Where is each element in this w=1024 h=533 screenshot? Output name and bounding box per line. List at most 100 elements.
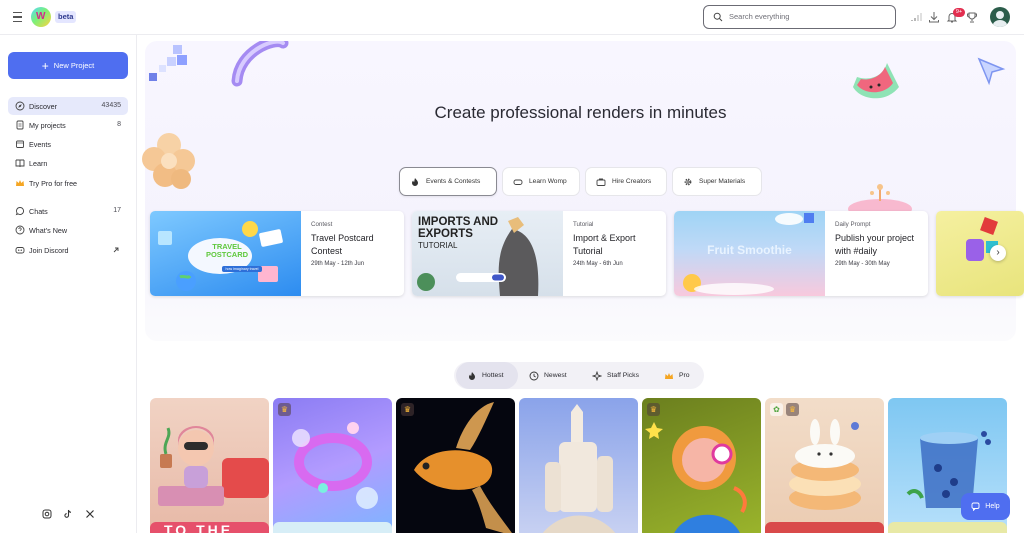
tab-label: Hire Creators: [612, 178, 652, 185]
tile-render: [542, 404, 616, 533]
crown-icon: [16, 180, 24, 186]
sidebar-item-label: Learn: [29, 158, 48, 168]
gallery-tile[interactable]: [150, 398, 269, 533]
filter-label: Newest: [544, 372, 567, 379]
hamburger-menu-icon[interactable]: [10, 9, 26, 25]
search-input[interactable]: Search everything: [703, 5, 896, 29]
carousel-next-button[interactable]: ›: [990, 245, 1006, 261]
gallery-tile-partial[interactable]: [765, 522, 884, 533]
flame-icon: [469, 372, 475, 380]
gallery-tile-partial[interactable]: TO THE: [150, 522, 269, 533]
pro-crown-icon: ♛: [278, 403, 291, 416]
sidebar-item-events[interactable]: Events: [8, 135, 128, 153]
help-button[interactable]: Help: [961, 493, 1010, 520]
sidebar-item-whats-new[interactable]: What's New: [8, 221, 128, 239]
sidebar-item-learn[interactable]: Learn: [8, 154, 128, 172]
search-icon: [713, 12, 723, 22]
new-project-button[interactable]: + New Project: [8, 52, 128, 79]
tab-super-materials[interactable]: Super Materials: [672, 167, 762, 196]
tab-label: Learn Womp: [529, 178, 567, 185]
help-circle-icon: [15, 225, 25, 235]
compass-icon: [15, 101, 25, 111]
card-thumbnail: Fruit Smoothie: [674, 211, 825, 296]
tab-label: Events & Contests: [426, 178, 481, 185]
sidebar-item-label: Try Pro for free: [29, 178, 78, 188]
x-icon[interactable]: [85, 509, 95, 519]
book-icon: [15, 159, 25, 167]
ring-decoration: [231, 41, 289, 87]
card-thumbnail: IMPORTS AND EXPORTS TUTORIAL: [412, 211, 563, 296]
sidebar-item-label: Discover: [29, 101, 57, 111]
download-icon[interactable]: [927, 10, 941, 24]
sparkle-icon: [592, 371, 602, 381]
hero-title: Create professional renders in minutes: [434, 103, 727, 122]
help-label: Help: [985, 503, 1000, 510]
clock-icon: [529, 371, 539, 381]
card-title: Travel Postcard Contest: [311, 233, 374, 256]
card-thumbnail: TRAVEL POSTCARD how imaginary travel: [150, 211, 301, 296]
pro-crown-icon: ♛: [786, 403, 799, 416]
card-thumb-sub: how imaginary travel: [222, 266, 262, 272]
tab-events-contests[interactable]: Events & Contests: [399, 167, 497, 196]
discover-count: 43435: [101, 102, 121, 109]
womp-logo[interactable]: W: [31, 7, 51, 27]
sidebar-item-discover[interactable]: Discover 43435: [8, 97, 128, 115]
gallery-tile-partial[interactable]: [888, 522, 1007, 533]
card-title: Import & Export Tutorial: [573, 233, 636, 256]
gallery-tile[interactable]: [519, 398, 638, 533]
discord-icon: [15, 247, 25, 254]
filter-newest[interactable]: Newest: [518, 362, 576, 389]
feed-filters: Hottest Newest Staff Picks Pro: [454, 362, 704, 389]
tile-render: [158, 426, 269, 506]
filter-pro[interactable]: Pro: [653, 362, 699, 389]
signal-icon[interactable]: [909, 10, 923, 24]
tab-learn-womp[interactable]: Learn Womp: [502, 167, 580, 196]
event-card-travel-postcard[interactable]: TRAVEL POSTCARD how imaginary travel Con…: [150, 211, 404, 296]
card-thumbnail: [936, 211, 1024, 296]
card-type: Tutorial: [573, 221, 594, 228]
crown-icon: [665, 373, 673, 379]
card-dates: 29th May - 12th Jun: [311, 261, 365, 267]
sidebar-item-my-projects[interactable]: My projects 8: [8, 116, 128, 134]
sprout-icon: ✿: [770, 403, 783, 416]
watermelon-decoration: [853, 63, 899, 99]
trophy-icon[interactable]: [965, 10, 979, 24]
beta-badge: beta: [55, 11, 77, 23]
tile-render: [292, 422, 378, 509]
flower-decoration: [142, 133, 195, 189]
filter-label: Hottest: [482, 372, 504, 379]
tile-render: [645, 422, 747, 533]
event-card-partial[interactable]: [936, 211, 1024, 296]
tiktok-icon[interactable]: [63, 509, 73, 519]
top-bar: W beta Search everything 9+: [0, 0, 1024, 35]
tab-hire-creators[interactable]: Hire Creators: [585, 167, 667, 196]
filter-staff-picks[interactable]: Staff Picks: [581, 362, 651, 389]
instagram-icon[interactable]: [42, 509, 52, 519]
sidebar-item-try-pro[interactable]: Try Pro for free: [8, 174, 128, 192]
tile-render: [414, 402, 512, 533]
plus-icon: +: [41, 58, 49, 73]
event-card-daily-prompt[interactable]: Fruit Smoothie Daily Prompt Publish your…: [674, 211, 928, 296]
tab-label: Super Materials: [699, 178, 746, 185]
sidebar-item-join-discord[interactable]: Join Discord: [8, 241, 128, 259]
event-card-import-export[interactable]: IMPORTS AND EXPORTS TUTORIAL Tutorial Im…: [412, 211, 666, 296]
card-thumb-title: Fruit Smoothie: [707, 243, 792, 257]
calendar-icon: [16, 140, 24, 148]
card-title: Publish your project with #daily: [835, 233, 915, 256]
card-thumb-title: TRAVEL POSTCARD: [205, 242, 249, 259]
card-thumb-sub: TUTORIAL: [418, 241, 458, 250]
chat-bubble-icon: [971, 502, 980, 511]
filter-label: Staff Picks: [607, 372, 639, 379]
cursor-decoration: [977, 57, 1006, 86]
gallery-tile[interactable]: ♛: [273, 398, 392, 533]
gallery-tile[interactable]: ✿ ♛: [765, 398, 884, 533]
gallery-tile-partial[interactable]: [273, 522, 392, 533]
user-avatar[interactable]: [990, 7, 1010, 27]
sidebar-item-chats[interactable]: Chats 17: [8, 202, 128, 220]
flame-icon: [412, 178, 418, 186]
gallery-tile[interactable]: ♛: [642, 398, 761, 533]
gallery-tile[interactable]: ♛: [396, 398, 515, 533]
card-thumb-title: IMPORTS AND EXPORTS: [418, 216, 499, 240]
chats-count: 17: [113, 207, 121, 214]
filter-hottest[interactable]: Hottest: [456, 362, 518, 389]
